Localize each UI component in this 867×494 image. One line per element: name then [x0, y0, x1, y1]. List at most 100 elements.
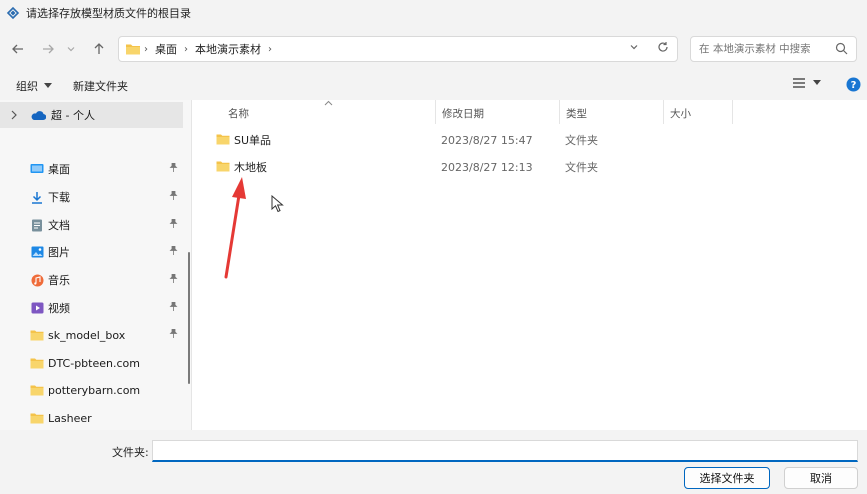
sidebar-item-label: sk_model_box: [48, 328, 126, 342]
folder-input[interactable]: [155, 444, 857, 457]
download-icon: [32, 191, 42, 204]
organize-label: 组织: [16, 80, 38, 93]
breadcrumb-separator[interactable]: ›: [268, 44, 272, 55]
column-header-size[interactable]: 大小: [670, 106, 691, 121]
column-header-type[interactable]: 类型: [566, 106, 587, 121]
pin-icon: [169, 219, 178, 228]
new-folder-label: 新建文件夹: [73, 80, 128, 93]
search-box[interactable]: [690, 36, 857, 62]
column-header-name[interactable]: 名称: [228, 106, 249, 121]
select-folder-button[interactable]: 选择文件夹: [684, 467, 770, 489]
sidebar-item-dtc-pbteen[interactable]: DTC-pbteen.com: [0, 350, 184, 376]
dialog-footer: 文件夹: 选择文件夹 取消: [0, 430, 867, 494]
sidebar-item-label: potterybarn.com: [48, 383, 141, 397]
search-input[interactable]: [699, 43, 819, 55]
search-icon[interactable]: [835, 42, 848, 55]
cancel-button[interactable]: 取消: [784, 467, 858, 489]
arrow-up-icon: [94, 43, 104, 54]
view-options-button[interactable]: [793, 78, 821, 88]
back-button[interactable]: [7, 38, 29, 60]
folder-icon: [30, 413, 44, 424]
sidebar-item-label: 图片: [48, 246, 70, 259]
sidebar-item-potterybarn[interactable]: potterybarn.com: [0, 377, 184, 403]
column-divider[interactable]: [663, 100, 664, 124]
file-list: 名称 修改日期 类型 大小 SU单品 2023/8/27 15:47 文件夹 木…: [198, 100, 867, 430]
chevron-down-icon[interactable]: [629, 42, 639, 52]
file-date: 2023/8/27 15:47: [441, 133, 533, 147]
chevron-down-icon: [67, 47, 75, 52]
forward-button[interactable]: [37, 38, 59, 60]
column-divider[interactable]: [435, 100, 436, 124]
sidebar-item-label: DTC-pbteen.com: [48, 356, 140, 370]
file-type: 文件夹: [565, 161, 598, 174]
column-divider[interactable]: [559, 100, 560, 124]
sidebar-item-music[interactable]: 音乐: [0, 267, 184, 293]
sidebar-item-desktop[interactable]: 桌面: [0, 156, 184, 182]
title-bar: 请选择存放模型材质文件的根目录: [0, 0, 867, 26]
pin-icon: [169, 191, 178, 200]
annotation-arrow: [224, 177, 246, 279]
pin-icon: [169, 302, 178, 311]
command-bar: 组织 新建文件夹 ?: [0, 72, 867, 100]
app-icon: [6, 6, 20, 20]
file-type: 文件夹: [565, 134, 598, 147]
breadcrumb-current-folder[interactable]: 本地演示素材: [195, 41, 261, 57]
caret-down-icon: [813, 80, 821, 85]
main-area: 超 - 个人 桌面 下载 文档 图片 音乐 视频 sk_model_box DT…: [0, 100, 867, 430]
caret-down-icon: [44, 83, 52, 88]
sidebar-item-label: 桌面: [48, 163, 70, 176]
sidebar-item-lasheer[interactable]: Lasheer: [0, 405, 184, 431]
music-icon: [31, 274, 43, 286]
new-folder-button[interactable]: 新建文件夹: [73, 78, 128, 94]
sidebar-item-label: 下载: [48, 191, 70, 204]
folder-icon: [30, 385, 44, 396]
help-icon: ?: [846, 77, 861, 92]
file-row[interactable]: 木地板 2023/8/27 12:13 文件夹: [208, 155, 668, 179]
refresh-icon[interactable]: [657, 41, 669, 53]
folder-icon: [126, 44, 140, 55]
sidebar-scrollbar[interactable]: [188, 252, 190, 384]
desktop-icon: [30, 164, 44, 173]
organize-menu-button[interactable]: 组织: [16, 78, 52, 94]
pin-icon: [169, 163, 178, 172]
mouse-cursor-icon: [271, 195, 284, 213]
folder-icon: [216, 161, 230, 172]
file-date: 2023/8/27 12:13: [441, 160, 533, 174]
file-row[interactable]: SU单品 2023/8/27 15:47 文件夹: [208, 128, 668, 152]
arrow-left-icon: [12, 44, 23, 54]
sort-ascending-icon: [324, 100, 333, 106]
sidebar-item-label: 文档: [48, 219, 70, 232]
pictures-icon: [31, 246, 43, 258]
column-divider[interactable]: [732, 100, 733, 124]
file-name: SU单品: [234, 134, 272, 147]
sidebar-item-pictures[interactable]: 图片: [0, 239, 184, 265]
video-icon: [31, 302, 43, 314]
svg-text:?: ?: [851, 80, 857, 91]
recent-locations-button[interactable]: [63, 38, 79, 60]
help-button[interactable]: ?: [846, 77, 861, 92]
arrow-right-icon: [43, 44, 54, 54]
folder-field-label: 文件夹:: [112, 446, 149, 459]
navigation-bar: › 桌面 › 本地演示素材 ›: [0, 26, 867, 72]
navigation-pane: 超 - 个人 桌面 下载 文档 图片 音乐 视频 sk_model_box DT…: [0, 100, 192, 430]
sidebar-item-label: 音乐: [48, 274, 70, 287]
chevron-right-icon[interactable]: [10, 110, 18, 120]
breadcrumb-separator: ›: [144, 43, 148, 55]
list-view-icon: [793, 78, 805, 88]
sidebar-item-downloads[interactable]: 下载: [0, 184, 184, 210]
pin-icon: [169, 329, 178, 338]
sidebar-item-videos[interactable]: 视频: [0, 295, 184, 321]
up-button[interactable]: [88, 38, 110, 60]
folder-icon: [30, 330, 44, 341]
sidebar-item-label: Lasheer: [48, 411, 92, 425]
breadcrumb-desktop[interactable]: 桌面: [155, 41, 177, 57]
sidebar-item-sk-model-box[interactable]: sk_model_box: [0, 322, 184, 348]
sidebar-item-personal[interactable]: 超 - 个人: [0, 102, 183, 128]
folder-icon: [30, 358, 44, 369]
address-bar[interactable]: › 桌面 › 本地演示素材 ›: [118, 36, 678, 62]
column-header-date[interactable]: 修改日期: [442, 106, 484, 121]
file-name: 木地板: [234, 161, 267, 174]
folder-field[interactable]: [152, 440, 858, 462]
breadcrumb-separator: ›: [184, 43, 188, 55]
sidebar-item-documents[interactable]: 文档: [0, 212, 184, 238]
